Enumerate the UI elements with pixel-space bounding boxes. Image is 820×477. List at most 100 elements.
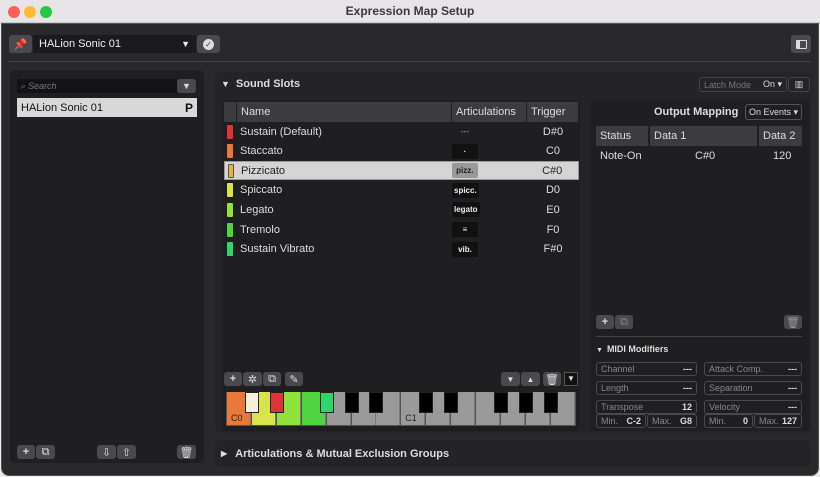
slot-row[interactable]: Sustain Vibrato vib. F#0 — [224, 240, 579, 259]
articulation-cell[interactable]: legato — [452, 202, 527, 218]
velocity-max-field[interactable]: Max. 127 — [754, 414, 802, 428]
velocity-field[interactable]: Velocity --- — [704, 400, 802, 414]
trigger-cell: D0 — [545, 184, 561, 197]
velocity-min-field[interactable]: Min. 0 — [704, 414, 753, 428]
slot-name: Legato — [240, 203, 274, 216]
import-icon[interactable]: ⇩ — [97, 445, 116, 459]
trigger-cell: C#0 — [542, 164, 563, 177]
latch-value: On ▾ — [762, 79, 782, 89]
add-mapping-button[interactable]: + — [596, 315, 614, 329]
move-down-icon[interactable]: ▼ — [501, 372, 520, 386]
output-mapping-title: Output Mapping — [654, 106, 739, 118]
slot-row[interactable]: Legato legato E0 — [224, 200, 579, 219]
black-key[interactable] — [518, 392, 533, 413]
trash-icon[interactable]: 🗑 — [177, 445, 196, 459]
divider — [596, 336, 802, 337]
delete-slot-icon[interactable]: 🗑 — [543, 372, 561, 386]
slot-row[interactable]: Tremolo ≡ F0 — [224, 220, 579, 239]
articulation-cell[interactable]: spicc. — [452, 182, 527, 198]
color-swatch[interactable] — [227, 222, 233, 237]
check-icon: ✓ — [203, 38, 214, 50]
length-field[interactable]: Length --- — [596, 381, 697, 395]
black-key[interactable] — [543, 392, 558, 413]
black-key[interactable] — [444, 392, 459, 413]
column-header-trigger[interactable]: Trigger — [527, 102, 578, 122]
color-swatch[interactable] — [227, 124, 233, 139]
piano-icon[interactable]: ▥ — [788, 77, 810, 92]
black-key[interactable] — [419, 392, 434, 413]
color-swatch[interactable] — [227, 242, 233, 257]
apply-button[interactable]: ✓ — [197, 35, 220, 53]
title-bar: Expression Map Setup — [0, 0, 820, 23]
chevron-down-icon: ▼ — [181, 39, 190, 49]
more-options-icon[interactable]: ▼ — [564, 372, 578, 386]
slot-row[interactable]: Pizzicato pizz. C#0 — [224, 161, 579, 181]
search-input[interactable]: ⌕ Search — [17, 79, 177, 93]
window-title: Expression Map Setup — [345, 4, 475, 18]
panel-toggle-button[interactable] — [791, 35, 811, 53]
pin-icon[interactable]: 📌 — [9, 35, 32, 53]
add-button[interactable]: + — [17, 445, 35, 459]
output-row[interactable]: Note-On C#0 120 — [596, 150, 802, 164]
duplicate-mapping-icon[interactable]: ⧉ — [615, 315, 633, 329]
export-icon[interactable]: ⇧ — [117, 445, 136, 459]
transpose-field[interactable]: Transpose 12 — [596, 400, 697, 414]
duplicate-icon[interactable]: ⧉ — [36, 445, 55, 459]
trigger-cell: D#0 — [542, 125, 564, 138]
search-icon: ⌕ — [20, 80, 26, 91]
black-key[interactable] — [269, 392, 284, 413]
midi-modifiers-header[interactable]: ▼ MIDI Modifiers — [596, 344, 668, 354]
move-up-icon[interactable]: ▲ — [521, 372, 540, 386]
slot-row[interactable]: Spiccato spicc. D0 — [224, 181, 579, 200]
attack-comp-field[interactable]: Attack Comp. --- — [704, 362, 802, 376]
slot-name: Sustain Vibrato — [240, 243, 315, 256]
black-key[interactable] — [344, 392, 359, 413]
articulation-cell[interactable]: ≡ — [452, 222, 527, 237]
slot-row[interactable]: Staccato · C0 — [224, 142, 579, 161]
filter-icon[interactable]: ▼ — [177, 79, 196, 93]
black-key[interactable] — [369, 392, 384, 413]
color-swatch[interactable] — [227, 144, 233, 159]
separation-field[interactable]: Separation --- — [704, 381, 802, 395]
output-mode-select[interactable]: On Events ▾ — [745, 104, 802, 120]
duplicate-slot-icon[interactable]: ⧉ — [263, 372, 281, 386]
slot-name: Sustain (Default) — [240, 125, 322, 138]
data1-cell: C#0 — [695, 150, 716, 162]
color-swatch[interactable] — [227, 202, 233, 217]
column-header-name[interactable]: Name — [237, 102, 451, 122]
black-key[interactable] — [319, 392, 334, 413]
instrument-select[interactable]: HALion Sonic 01 ▼ — [33, 35, 196, 53]
add-slot-button[interactable]: + — [224, 372, 242, 386]
articulation-groups-section[interactable]: ▶ Articulations & Mutual Exclusion Groups — [215, 440, 811, 467]
transpose-min-field[interactable]: Min. C-2 — [596, 414, 646, 428]
data2-cell: 120 — [773, 150, 792, 162]
channel-field[interactable]: Channel --- — [596, 362, 697, 376]
slot-name: Pizzicato — [240, 164, 286, 177]
slot-name: Staccato — [240, 145, 283, 158]
articulation-cell[interactable]: pizz. — [451, 163, 527, 179]
add-multiple-icon[interactable]: ✲ — [243, 372, 262, 386]
pencil-icon[interactable]: ✎ — [285, 372, 303, 386]
transpose-max-field[interactable]: Max. G8 — [647, 414, 697, 428]
articulation-cell[interactable]: --- — [452, 124, 527, 139]
black-key[interactable] — [244, 392, 259, 413]
divider — [9, 61, 811, 62]
color-swatch[interactable] — [228, 163, 234, 178]
list-item[interactable]: HALion Sonic 01 P — [17, 98, 197, 117]
latch-mode-select[interactable]: Latch Mode On ▾ — [699, 77, 787, 92]
slot-name: Tremolo — [240, 223, 280, 236]
minimize-button[interactable] — [24, 6, 36, 18]
delete-mapping-icon[interactable]: 🗑 — [784, 315, 802, 329]
slot-row[interactable]: Sustain (Default) --- D#0 — [224, 122, 579, 141]
zoom-button[interactable] — [40, 6, 52, 18]
column-header-articulations[interactable]: Articulations — [452, 102, 526, 122]
black-key[interactable] — [493, 392, 508, 413]
close-button[interactable] — [8, 6, 20, 18]
articulation-cell[interactable]: vib. — [452, 241, 527, 257]
column-header-data2: Data 2 — [759, 126, 802, 146]
piano-keyboard[interactable]: C0 C1 — [226, 392, 576, 426]
sound-slots-header[interactable]: ▼ Sound Slots — [221, 78, 300, 90]
articulation-cell[interactable]: · — [452, 143, 527, 159]
sidebar-icon — [795, 39, 807, 49]
color-swatch[interactable] — [227, 183, 233, 198]
